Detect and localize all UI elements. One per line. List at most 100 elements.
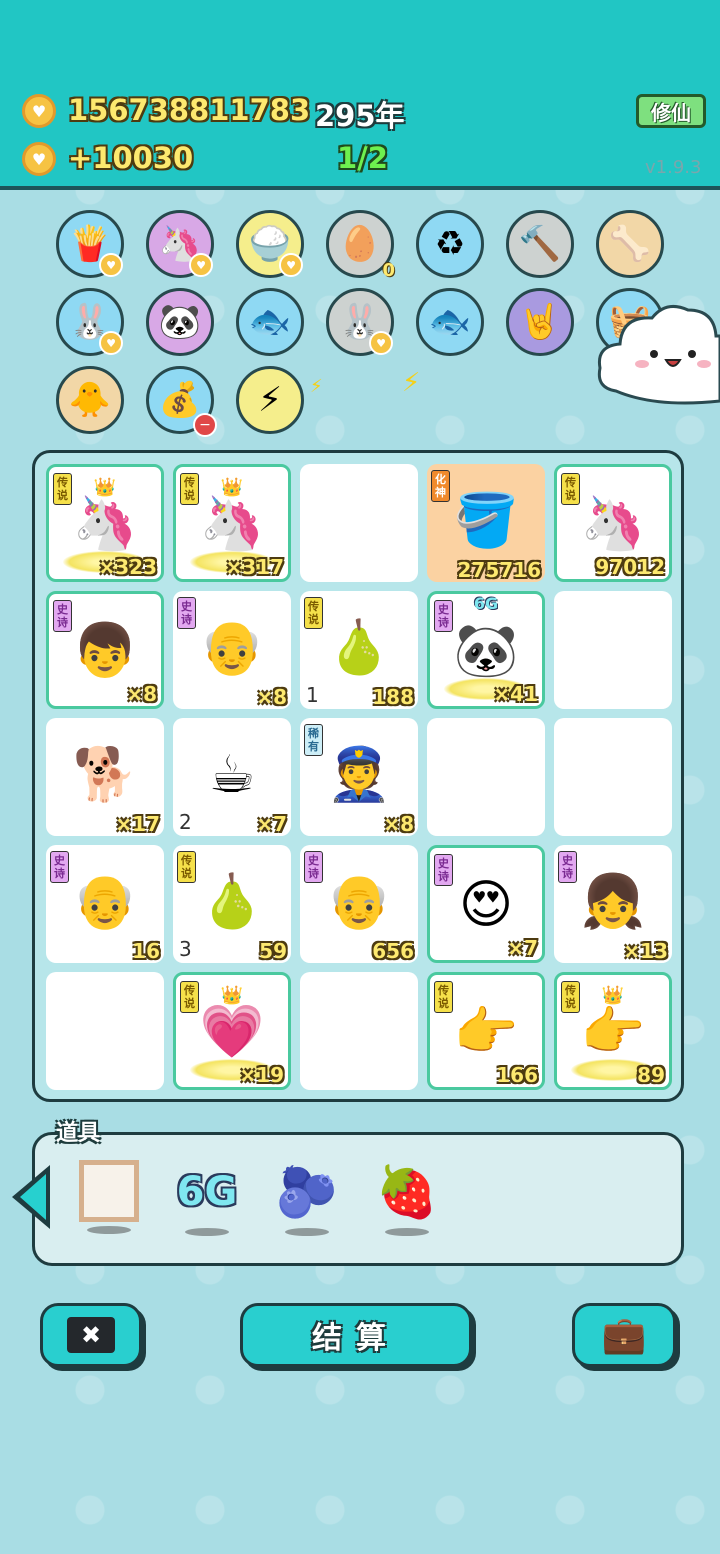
coin-icon: ♥ — [22, 94, 56, 128]
rock-hand-icon[interactable]: 🤘 — [506, 288, 574, 356]
bucket-icon: 🪣 — [453, 491, 519, 551]
heart-badge-icon: ♥ — [369, 331, 393, 355]
props-label: 道具 — [56, 1121, 101, 1146]
empty-cell[interactable] — [46, 972, 164, 1090]
unicorn-icon: 🦄 — [580, 494, 646, 554]
left-arrow-fill — [20, 1174, 46, 1220]
rabbit-icon[interactable]: 🐰 ♥ — [56, 288, 124, 356]
pointing-hand-icon: 👉 — [580, 1002, 646, 1062]
grid-cell[interactable]: 传说 🦄 97012 — [554, 464, 672, 582]
version-label: v1.9.3 — [645, 157, 702, 178]
strawberry-icon: 🍓 — [375, 1163, 439, 1221]
heart-icon: 💗 — [199, 1002, 265, 1062]
fish-tank-icon[interactable]: 🐟 — [416, 288, 484, 356]
heart-badge-icon: ♥ — [99, 253, 123, 277]
close-button[interactable]: ✖ — [40, 1303, 142, 1367]
heart-badge-icon: ♥ — [279, 253, 303, 277]
coin-total: 156738811783 — [68, 93, 311, 127]
prop-strawberry[interactable]: 🍓 — [372, 1160, 442, 1240]
grid-cell[interactable]: 传说 👉 166 — [427, 972, 545, 1090]
grid-cell[interactable]: 史诗 👴 16 — [46, 845, 164, 963]
heart-badge-icon: ♥ — [189, 253, 213, 277]
minus-badge-icon: − — [193, 413, 217, 437]
grid-cell[interactable]: 化神 🪣 275716 — [427, 464, 545, 582]
rice-bowl-icon[interactable]: 🍚 ♥ — [236, 210, 304, 278]
briefcase-button[interactable]: 💼 — [572, 1303, 676, 1367]
cloud-mascot-icon[interactable] — [596, 296, 720, 406]
item-count: ×41 — [493, 682, 538, 706]
year-counter: 295年 — [315, 99, 405, 133]
panda-icon[interactable]: 🐼 — [146, 288, 214, 356]
item-count: 188 — [372, 685, 414, 709]
item-count: ×8 — [126, 682, 157, 706]
grid-cell[interactable]: 史诗 👦 ×8 — [46, 591, 164, 709]
item-count: ×7 — [256, 812, 287, 836]
rabbit-icon[interactable]: 🐰 ♥ — [326, 288, 394, 356]
grid-cell[interactable]: 传说 👑 👉 89 — [554, 972, 672, 1090]
grid-cell[interactable]: 传说 🍐 3 59 — [173, 845, 291, 963]
item-count: 97012 — [595, 555, 665, 579]
lightning-icon: ⚡ — [402, 368, 421, 398]
item-count: ×17 — [115, 812, 160, 836]
grid-cell[interactable]: 稀有 👮 ×8 — [300, 718, 418, 836]
lightning-icon: ⚡ — [310, 376, 323, 397]
grid-cell[interactable]: 史诗 👴 ×8 — [173, 591, 291, 709]
panda-icon: 🐼 — [453, 621, 519, 681]
frame-icon — [79, 1160, 139, 1222]
grid-cell[interactable]: 史诗 😍 ×7 — [427, 845, 545, 963]
empty-cell[interactable] — [554, 718, 672, 836]
grid-cell[interactable]: 传说 👑 🦄 ×323 — [46, 464, 164, 582]
recycle-bag-icon[interactable]: ♻ — [416, 210, 484, 278]
pet-bowl-icon[interactable]: 🦴 — [596, 210, 664, 278]
pear-icon: 🍐 — [326, 618, 392, 678]
settle-button[interactable]: 结算 — [240, 1303, 472, 1367]
fish-tank-icon[interactable]: 🐟 — [236, 288, 304, 356]
6g-badge: 6G — [473, 594, 499, 613]
grid-cell[interactable]: 史诗 👴 656 — [300, 845, 418, 963]
prop-6g[interactable]: 6G — [172, 1160, 242, 1240]
unicorn-pair-icon[interactable]: 🦄 ♥ — [146, 210, 214, 278]
item-count: ×8 — [256, 685, 287, 709]
empty-cell[interactable] — [300, 972, 418, 1090]
sack-icon[interactable]: 💰 − — [146, 366, 217, 437]
egg-tray-icon[interactable]: 🥚 0 — [326, 210, 395, 281]
hammer-icon[interactable]: 🔨 — [506, 210, 574, 278]
grid-cell[interactable]: 传说 👑 💗 ×19 — [173, 972, 291, 1090]
unicorn-icon: 🦄 — [72, 494, 138, 554]
6g-icon: 6G — [176, 1169, 238, 1215]
grid-cell[interactable]: 传说 👑 🦄 ×317 — [173, 464, 291, 582]
pear-icon: 🍐 — [199, 872, 265, 932]
old-man-icon: 👴 — [199, 618, 265, 678]
police-officer-icon: 👮 — [326, 745, 392, 805]
prop-frame[interactable] — [74, 1160, 144, 1240]
briefcase-icon: 💼 — [601, 1315, 647, 1356]
grid-cell[interactable]: 史诗 6G 🐼 ×41 — [427, 591, 545, 709]
income-rate: +10030 — [68, 141, 194, 175]
empty-cell[interactable] — [300, 464, 418, 582]
fries-icon[interactable]: 🍟 ♥ — [56, 210, 124, 278]
top-bar: ♥ 156738811783 295年 修仙 ♥ +10030 1/2 v1.9… — [0, 0, 720, 190]
unicorn-icon: 🦄 — [199, 494, 265, 554]
item-count: ×8 — [383, 812, 414, 836]
item-count: 16 — [132, 939, 160, 963]
pointing-hand-icon: 👉 — [453, 1002, 519, 1062]
xiuxian-button[interactable]: 修仙 — [636, 94, 706, 128]
item-count: 656 — [372, 939, 414, 963]
grid-cell[interactable]: 传说 🍐 1 188 — [300, 591, 418, 709]
lightning-icon[interactable]: ⚡ — [236, 366, 304, 434]
girl-icon: 👧 — [580, 872, 646, 932]
settle-label: 结算 — [312, 1321, 400, 1356]
item-level: 1 — [306, 683, 319, 707]
boy-red-cap-icon: 👦 — [72, 621, 138, 681]
bayberry-icon: 🫐 — [275, 1163, 339, 1221]
item-count: ×317 — [225, 555, 284, 579]
grid-cell[interactable]: 🐕 ×17 — [46, 718, 164, 836]
grid-cell[interactable]: 史诗 👧 ×13 — [554, 845, 672, 963]
close-icon: ✖ — [67, 1317, 115, 1353]
empty-cell[interactable] — [427, 718, 545, 836]
prop-bayberry[interactable]: 🫐 — [272, 1160, 342, 1240]
grid-cell[interactable]: ☕ 2 ×7 — [173, 718, 291, 836]
empty-cell[interactable] — [554, 591, 672, 709]
chick-icon[interactable]: 🐥 — [56, 366, 124, 434]
item-count: ×7 — [507, 936, 538, 960]
